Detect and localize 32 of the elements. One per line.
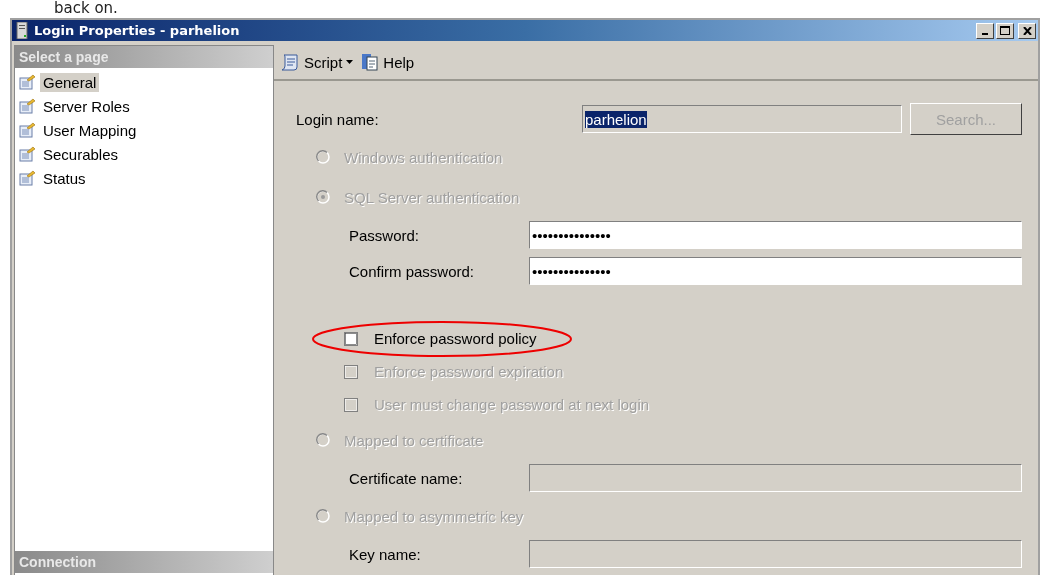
script-dropdown[interactable]: Script xyxy=(278,51,356,73)
page-heading: back on. xyxy=(54,0,118,17)
maximize-button[interactable] xyxy=(996,22,1014,39)
page-icon xyxy=(19,122,36,138)
field-label: Key name: xyxy=(348,545,422,563)
page-icon xyxy=(19,170,36,186)
page-icon xyxy=(19,146,36,162)
close-icon xyxy=(1022,26,1032,35)
section-header: Select a page xyxy=(15,46,273,68)
sidebar-item[interactable]: Securables xyxy=(40,144,122,164)
field-label: Password: xyxy=(348,226,421,244)
checkbox-label: Enforce password policy xyxy=(374,330,537,347)
page-icon xyxy=(19,98,36,114)
section-header: Connection xyxy=(15,551,273,573)
minimize-button[interactable] xyxy=(976,22,994,39)
window-title: Login Properties - parhelion xyxy=(34,23,241,38)
sidebar-item[interactable]: Status xyxy=(40,168,89,188)
field-label: Confirm password: xyxy=(348,262,476,280)
sidebar-item[interactable]: Server Roles xyxy=(40,96,133,116)
field-label: Certificate name: xyxy=(348,469,464,487)
caret-icon xyxy=(346,60,354,64)
page-icon xyxy=(19,74,36,90)
document-icon xyxy=(361,53,380,71)
server-icon xyxy=(16,22,28,39)
scroll-icon xyxy=(280,53,300,71)
field-label: Login name: xyxy=(296,110,380,128)
help-button[interactable]: Help xyxy=(359,51,417,73)
minimize-icon xyxy=(982,32,988,35)
sidebar-item[interactable]: General xyxy=(40,72,100,92)
close-button[interactable] xyxy=(1018,22,1036,39)
sidebar-item[interactable]: User Mapping xyxy=(40,120,140,140)
maximize-icon xyxy=(1000,26,1010,35)
